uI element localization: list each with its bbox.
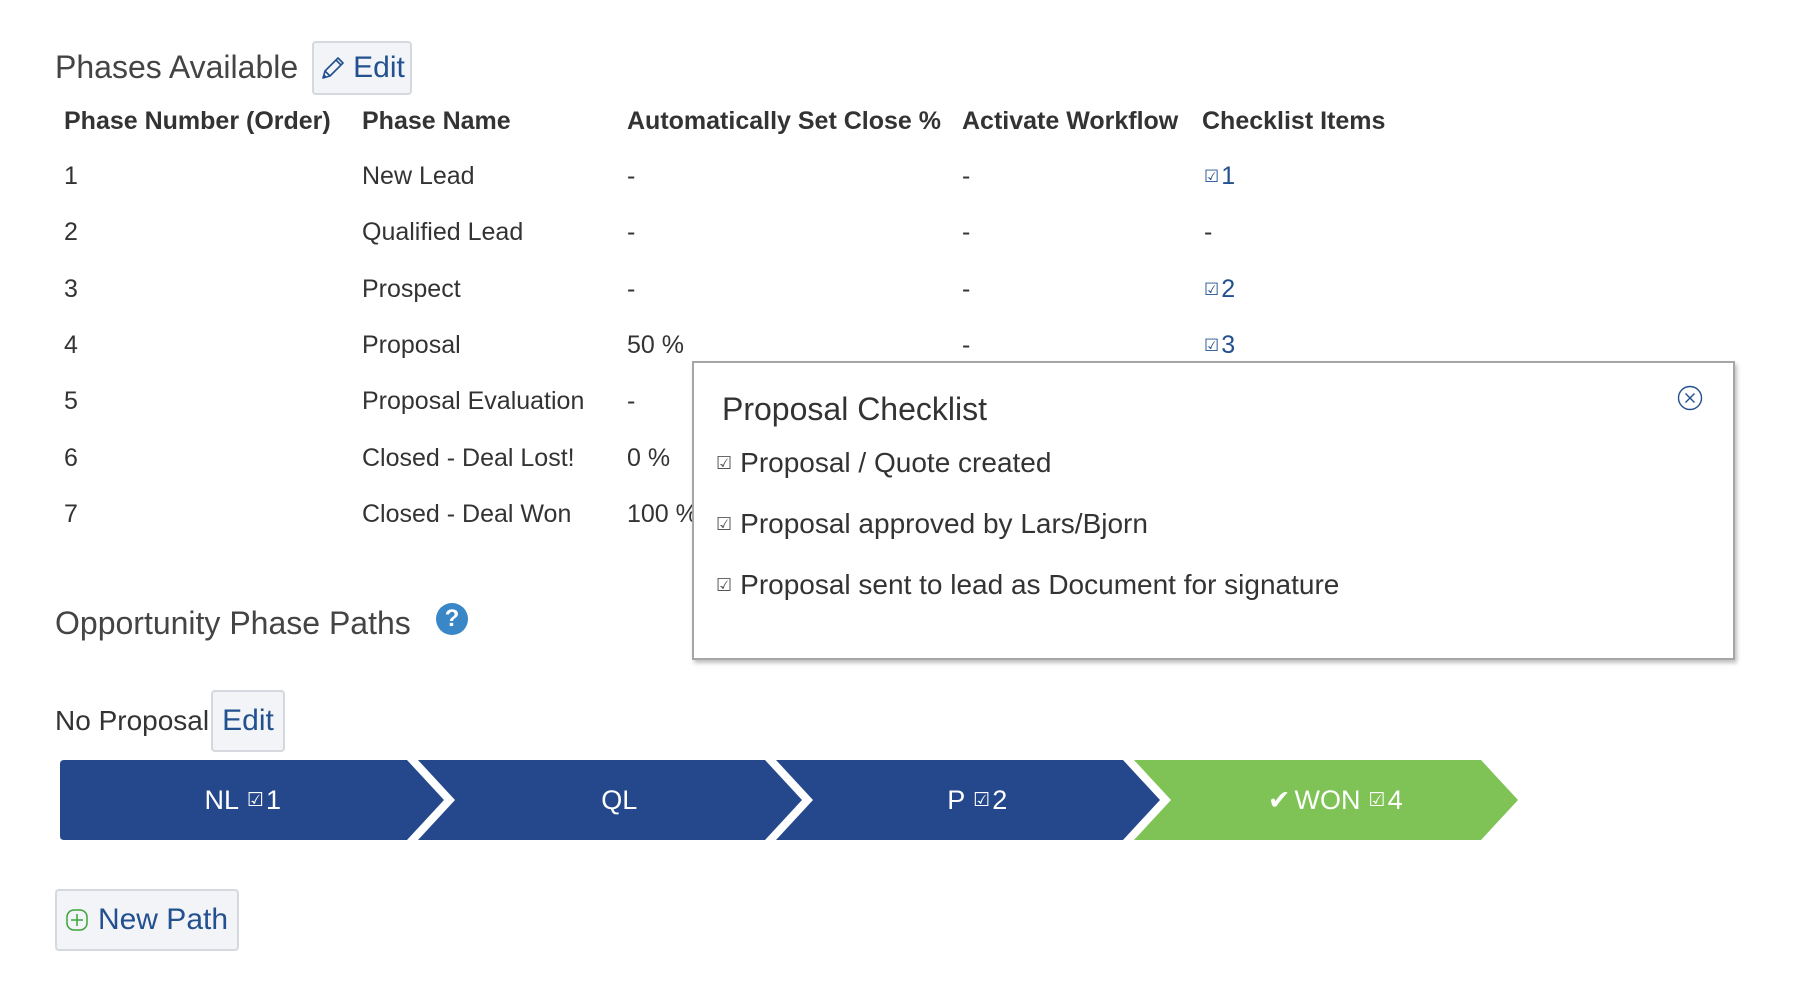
checklist-count: 2	[1221, 275, 1236, 303]
edit-phases-label: Edit	[353, 51, 405, 84]
checklist-count: 1	[1221, 162, 1236, 190]
phase-number-cell: 7	[64, 500, 78, 528]
phase-name-cell: Prospect	[362, 275, 461, 303]
phase-name-cell: Proposal Evaluation	[362, 387, 585, 415]
close-pct-cell: 50 %	[627, 331, 684, 359]
segment-abbrev: P	[947, 784, 966, 815]
phase-number-cell: 2	[64, 218, 78, 246]
help-icon[interactable]: ?	[436, 603, 468, 635]
segment-checklist-count: 4	[1387, 784, 1403, 815]
col-header-phase-name: Phase Name	[362, 107, 511, 135]
phase-name-cell: New Lead	[362, 162, 475, 190]
phase-name-cell: Closed - Deal Lost!	[362, 444, 575, 472]
checklist-item: ☑ Proposal sent to lead as Document for s…	[716, 568, 1339, 602]
segment-abbrev: QL	[601, 784, 638, 815]
checklist-icon: ☑	[1204, 336, 1220, 355]
path-segment-label: QL	[455, 760, 784, 840]
close-pct-cell: -	[627, 275, 636, 303]
checklist-icon: ☑	[1204, 280, 1220, 299]
path-segment-label: NL ☑ 1	[60, 760, 426, 840]
checklist-link[interactable]: ☑2	[1204, 274, 1235, 305]
plus-circle-icon	[66, 909, 88, 931]
help-icon-glyph: ?	[444, 605, 460, 632]
close-pct-cell: 100 %	[627, 500, 698, 528]
new-path-button[interactable]: New Path	[55, 889, 239, 951]
phase-number-cell: 5	[64, 387, 78, 415]
checklist-item: ☑ Proposal approved by Lars/Bjorn	[716, 507, 1148, 541]
workflow-cell: -	[962, 218, 971, 246]
segment-abbrev: WON	[1294, 784, 1361, 815]
workflow-cell: -	[962, 162, 971, 190]
phase-name-cell: Closed - Deal Won	[362, 500, 572, 528]
checklist-link[interactable]: ☑1	[1204, 161, 1235, 192]
phase-paths-heading: Opportunity Phase Paths	[55, 605, 411, 641]
pencil-icon	[322, 57, 344, 79]
checklist-icon: ☑	[973, 789, 991, 811]
checklist-icon: ☑	[246, 789, 265, 811]
checklist-link[interactable]: ☑3	[1204, 330, 1235, 361]
path-segment-label: P ☑ 2	[813, 760, 1142, 840]
path-segment-label: ✔ WON ☑ 4	[1171, 760, 1500, 840]
checklist-icon: ☑	[1368, 789, 1386, 811]
close-pct-cell: -	[627, 162, 636, 190]
workflow-cell: -	[962, 275, 971, 303]
col-header-phase-number: Phase Number (Order)	[64, 107, 331, 135]
close-icon[interactable]	[1677, 385, 1703, 411]
phase-number-cell: 6	[64, 444, 78, 472]
segment-checklist-count: 1	[266, 784, 282, 815]
checkbox-icon: ☑	[716, 514, 733, 534]
edit-phases-button[interactable]: Edit	[312, 41, 412, 95]
checklist-item-text: Proposal sent to lead as Document for si…	[740, 569, 1340, 600]
close-pct-cell: 0 %	[627, 444, 671, 472]
checkbox-icon: ☑	[716, 453, 733, 473]
col-header-activate-workflow: Activate Workflow	[962, 107, 1179, 135]
phase-number-cell: 3	[64, 275, 78, 303]
checkbox-icon: ☑	[716, 575, 733, 595]
new-path-label: New Path	[97, 903, 229, 936]
phase-name-cell: Proposal	[362, 331, 461, 359]
segment-checklist-count: 2	[992, 784, 1008, 815]
close-pct-cell: -	[627, 218, 636, 246]
close-pct-cell: -	[627, 387, 636, 415]
path-name: No Proposal	[55, 705, 210, 736]
checklist-popup: Proposal Checklist ☑ Proposal / Quote cre…	[692, 361, 1735, 660]
checklist-item-text: Proposal approved by Lars/Bjorn	[740, 508, 1148, 539]
checklist-cell: -	[1204, 218, 1213, 246]
checkmark-icon: ✔	[1267, 784, 1291, 815]
phase-number-cell: 1	[64, 162, 78, 190]
checklist-item: ☑ Proposal / Quote created	[716, 446, 1051, 480]
edit-path-button[interactable]: Edit	[211, 690, 285, 752]
workflow-cell: -	[962, 331, 971, 359]
segment-abbrev: NL	[204, 784, 239, 815]
col-header-close-pct: Automatically Set Close %	[627, 107, 941, 135]
phases-available-heading: Phases Available	[55, 49, 299, 85]
checklist-count: 3	[1221, 331, 1236, 359]
col-header-checklist-items: Checklist Items	[1202, 107, 1386, 135]
checklist-item-text: Proposal / Quote created	[740, 447, 1052, 478]
checklist-icon: ☑	[1204, 167, 1220, 186]
edit-path-label: Edit	[222, 704, 274, 737]
popup-title: Proposal Checklist	[722, 391, 987, 427]
phase-name-cell: Qualified Lead	[362, 218, 524, 246]
phase-number-cell: 4	[64, 331, 78, 359]
